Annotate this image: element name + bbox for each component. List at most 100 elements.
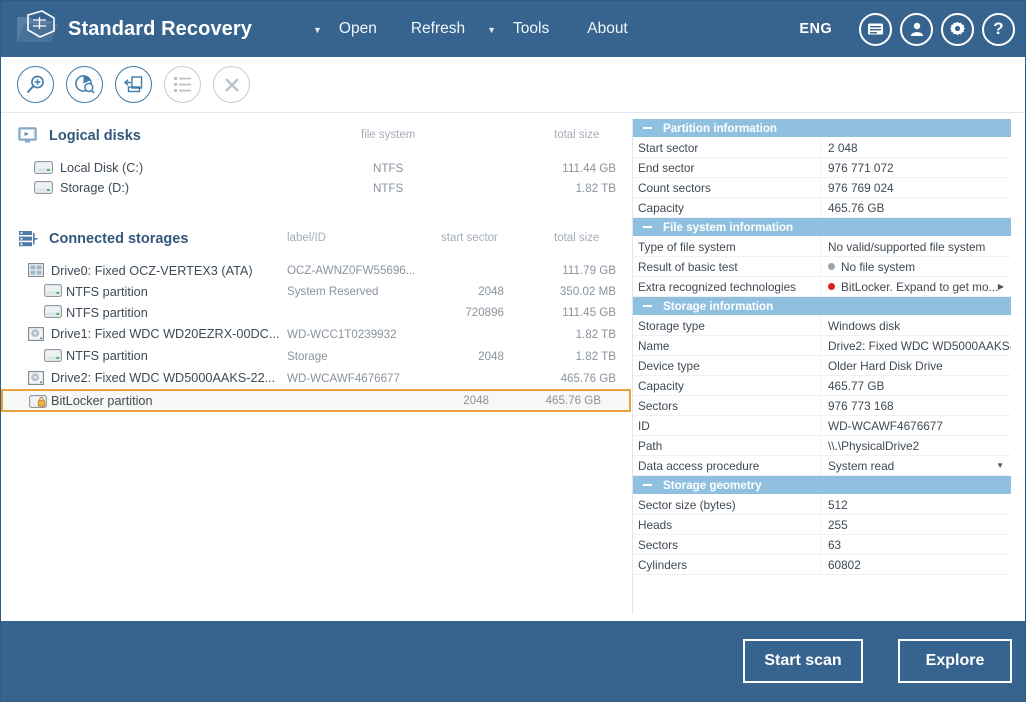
language-selector[interactable]: ENG (799, 21, 832, 37)
scan-icon[interactable] (17, 66, 54, 103)
data-access-procedure-select[interactable]: System read ▼ (821, 456, 1011, 476)
info-row: ID WD-WCAWF4676677 (633, 416, 1011, 436)
info-value: Windows disk (821, 316, 1011, 336)
menu-tools-caret-icon[interactable]: ▼ (487, 26, 503, 35)
info-key: ID (633, 416, 821, 436)
list-item-size: 111.45 GB (496, 306, 616, 319)
list-item-label: NTFS partition (66, 285, 148, 299)
list-item-size: 111.44 GB (496, 162, 616, 175)
info-value: 465.76 GB (821, 198, 1011, 218)
menu-open[interactable]: Open (329, 16, 387, 42)
explore-button[interactable]: Explore (898, 639, 1012, 683)
list-item-filesystem: NTFS (373, 162, 403, 175)
servers-icon (18, 230, 40, 248)
info-value: No file system (841, 257, 915, 277)
app-header: Standard Recovery ▼ Open Refresh ▼ Tools… (1, 1, 1026, 57)
close-icon (213, 66, 250, 103)
main-menu: ▼ Open Refresh ▼ Tools About (313, 16, 638, 42)
info-row: Storage type Windows disk (633, 316, 1011, 336)
info-value: 63 (821, 535, 1011, 555)
gear-icon[interactable] (941, 13, 974, 46)
info-key: Type of file system (633, 237, 821, 257)
list-item-label: Drive2: Fixed WDC WD5000AAKS-22... (51, 371, 275, 385)
hdd-icon (28, 327, 46, 341)
disk-analysis-icon[interactable] (66, 66, 103, 103)
list-item[interactable]: Drive0: Fixed OCZ-VERTEX3 (ATA) OCZ-AWNZ… (18, 260, 631, 281)
list-item[interactable]: Drive2: Fixed WDC WD5000AAKS-22... WD-WC… (18, 367, 631, 389)
info-value: No valid/supported file system (821, 237, 1011, 257)
collapse-minus-icon[interactable] (643, 484, 652, 486)
info-value: 512 (821, 495, 1011, 515)
column-file-system: file system (361, 129, 415, 141)
info-key: Device type (633, 356, 821, 376)
collapse-minus-icon[interactable] (643, 305, 652, 307)
start-scan-button[interactable]: Start scan (743, 639, 863, 683)
section-header-partition-information[interactable]: Partition information (633, 119, 1011, 138)
list-item[interactable]: Drive1: Fixed WDC WD20EZRX-00DC... WD-WC… (18, 323, 631, 345)
info-row: Result of basic test No file system (633, 257, 1011, 277)
info-key: Name (633, 336, 821, 356)
info-value: System read (828, 456, 894, 476)
list-item-labelid: System Reserved (287, 285, 379, 298)
status-dot-red (828, 283, 835, 290)
info-row: Sector size (bytes) 512 (633, 495, 1011, 515)
group-title-logical-disks: Logical disks (49, 128, 141, 144)
info-row: Count sectors 976 769 024 (633, 178, 1011, 198)
collapse-minus-icon[interactable] (643, 127, 652, 129)
list-item-size: 465.76 GB (481, 394, 601, 407)
list-icon (164, 66, 201, 103)
collapse-minus-icon[interactable] (643, 226, 652, 228)
list-item-label: NTFS partition (66, 306, 148, 320)
expand-arrow-icon[interactable]: ▶ (998, 277, 1004, 297)
save-image-icon[interactable] (115, 66, 152, 103)
info-row: Capacity 465.76 GB (633, 198, 1011, 218)
info-row: Capacity 465.77 GB (633, 376, 1011, 396)
folder-hexagon-logo-icon (14, 9, 58, 49)
list-item-selected[interactable]: BitLocker partition 2048 465.76 GB (1, 389, 631, 412)
info-row[interactable]: Extra recognized technologies BitLocker.… (633, 277, 1011, 297)
application-window: Standard Recovery ▼ Open Refresh ▼ Tools… (0, 0, 1026, 702)
info-value-with-status[interactable]: BitLocker. Expand to get mo... ▶ (821, 277, 1011, 297)
menu-about[interactable]: About (577, 16, 638, 42)
info-key: End sector (633, 158, 821, 178)
partition-icon (44, 349, 62, 363)
section-title: Storage information (663, 300, 773, 313)
list-item[interactable]: NTFS partition System Reserved 2048 350.… (18, 281, 631, 302)
app-footer: Start scan Explore (1, 621, 1026, 702)
list-item[interactable]: Local Disk (C:) NTFS 111.44 GB (18, 158, 631, 178)
user-icon[interactable] (900, 13, 933, 46)
info-row: Start sector 2 048 (633, 138, 1011, 158)
chevron-down-icon[interactable]: ▼ (996, 456, 1004, 476)
info-value: Drive2: Fixed WDC WD5000AAKS-22V (821, 336, 1011, 356)
partition-icon (44, 305, 62, 319)
list-item[interactable]: Storage (D:) NTFS 1.82 TB (18, 178, 631, 198)
list-item-start-sector: 720896 (384, 306, 504, 319)
list-item-size: 1.82 TB (496, 350, 616, 363)
section-header-storage-information[interactable]: Storage information (633, 297, 1011, 316)
list-item-size: 465.76 GB (496, 372, 616, 385)
info-value: \\.\PhysicalDrive2 (821, 436, 1011, 456)
help-icon[interactable]: ? (982, 13, 1015, 46)
section-header-file-system-information[interactable]: File system information (633, 218, 1011, 237)
info-row: Device type Older Hard Disk Drive (633, 356, 1011, 376)
list-item[interactable]: NTFS partition Storage 2048 1.82 TB (18, 345, 631, 367)
main-content: Logical disks file system total size Loc… (1, 113, 1026, 621)
list-item-size: 111.79 GB (496, 264, 616, 277)
info-key: Cylinders (633, 555, 821, 575)
list-item[interactable]: NTFS partition 720896 111.45 GB (18, 302, 631, 323)
list-item-start-sector: 2048 (384, 350, 504, 363)
hdd-icon (28, 371, 46, 385)
menu-open-caret-icon[interactable]: ▼ (313, 26, 329, 35)
menu-refresh[interactable]: Refresh (401, 16, 475, 42)
section-header-storage-geometry[interactable]: Storage geometry (633, 476, 1011, 495)
list-item-label: Drive1: Fixed WDC WD20EZRX-00DC... (51, 327, 279, 341)
info-key: Storage type (633, 316, 821, 336)
info-key: Sectors (633, 396, 821, 416)
info-key: Start sector (633, 138, 821, 158)
info-row-dropdown[interactable]: Data access procedure System read ▼ (633, 456, 1011, 476)
section-title: Storage geometry (663, 479, 762, 492)
notes-icon[interactable] (859, 13, 892, 46)
group-title-connected-storages: Connected storages (49, 231, 188, 247)
menu-tools[interactable]: Tools (503, 16, 559, 42)
section-title: File system information (663, 221, 793, 234)
